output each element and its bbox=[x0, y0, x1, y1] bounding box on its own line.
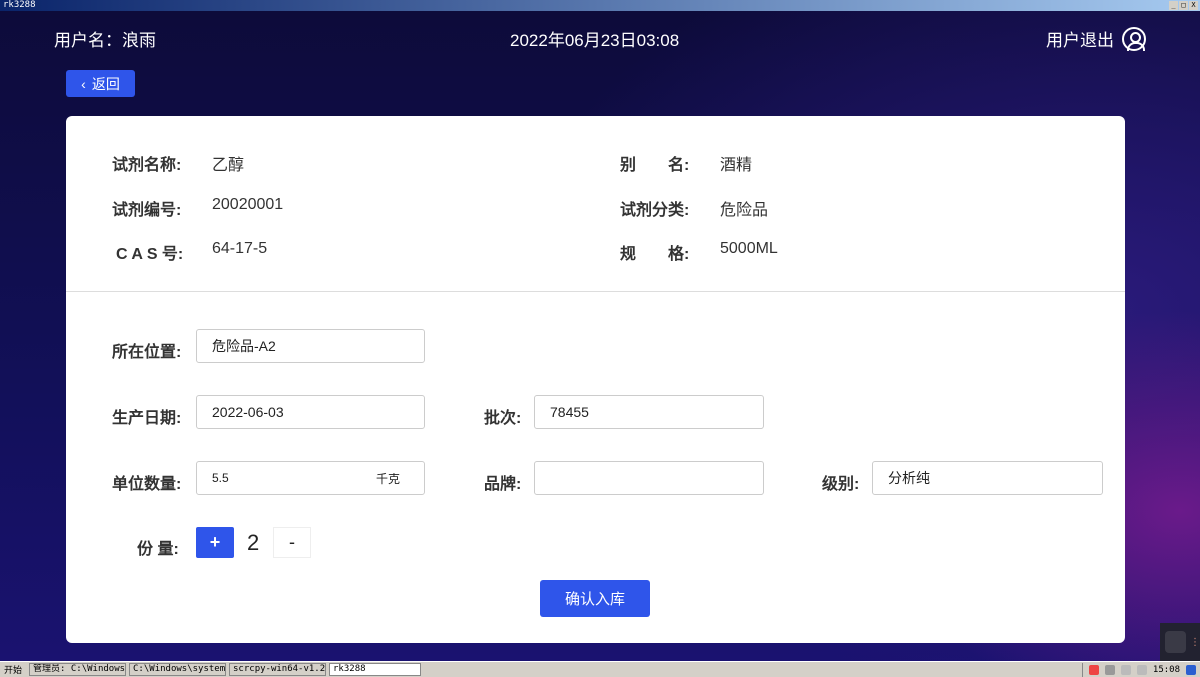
back-label: 返回 bbox=[91, 75, 120, 92]
info-alias: 别 名: 酒精 bbox=[620, 151, 752, 175]
unit-quantity-value: 5.5 bbox=[212, 471, 229, 485]
info-key: 别 名: bbox=[620, 157, 690, 174]
batch-label: 批次: bbox=[484, 410, 522, 427]
scrcpy-icon bbox=[1165, 631, 1186, 653]
scrcpy-side-control[interactable]: ⋮ bbox=[1160, 623, 1200, 661]
info-key: 规 格: bbox=[620, 246, 690, 263]
chevron-left-icon: ‹ bbox=[81, 75, 86, 92]
logout-button[interactable]: 用户退出 bbox=[1046, 26, 1146, 51]
batch-input[interactable]: 78455 bbox=[534, 395, 764, 429]
system-tray: 15:08 bbox=[1081, 662, 1200, 677]
info-cas: C A S 号: 64-17-5 bbox=[116, 240, 267, 264]
back-button[interactable]: ‹ 返回 bbox=[66, 70, 135, 97]
portion-value: 2 bbox=[247, 530, 260, 555]
user-icon bbox=[1122, 26, 1146, 51]
signal-icon[interactable] bbox=[1136, 664, 1147, 675]
volume-icon[interactable] bbox=[1120, 664, 1131, 675]
info-spec: 规 格: 5000ML bbox=[620, 240, 778, 264]
start-button[interactable]: 开始 bbox=[0, 663, 26, 676]
confirm-stock-in-button[interactable]: 确认入库 bbox=[540, 580, 650, 617]
info-value: 5000ML bbox=[720, 240, 778, 257]
location-input[interactable]: 危险品-A2 bbox=[196, 329, 425, 363]
grade-label: 级别: bbox=[822, 476, 860, 493]
info-key: 试剂编号: bbox=[112, 202, 182, 219]
batch-value: 78455 bbox=[550, 404, 589, 420]
info-key: 试剂分类: bbox=[620, 202, 690, 219]
app-tray-icon[interactable] bbox=[1088, 664, 1099, 675]
info-key: C A S 号: bbox=[116, 246, 184, 263]
unit-label: 千克 bbox=[375, 471, 400, 486]
logout-label: 用户退出 bbox=[1046, 31, 1114, 50]
taskbar-item-active[interactable]: rk3288 bbox=[329, 663, 422, 676]
info-value: 酒精 bbox=[720, 157, 753, 174]
grade-value: 分析纯 bbox=[888, 470, 930, 486]
unit-quantity-label: 单位数量: bbox=[112, 476, 182, 493]
info-value: 危险品 bbox=[720, 202, 769, 219]
brand-input[interactable] bbox=[534, 461, 764, 495]
maximize-button[interactable]: □ bbox=[1179, 1, 1188, 10]
reagent-card: 试剂名称: 乙醇 别 名: 酒精 试剂编号: 20020001 试剂分类: 危险品 C … bbox=[66, 116, 1125, 643]
location-label: 所在位置: bbox=[112, 344, 182, 361]
close-button[interactable]: X bbox=[1189, 1, 1198, 10]
info-name: 试剂名称: 乙醇 bbox=[112, 151, 244, 175]
minimize-button[interactable]: _ bbox=[1169, 1, 1178, 10]
taskbar-item[interactable]: scrcpy-win64-v1.24 bbox=[229, 663, 327, 676]
portion-label: 份 量: bbox=[137, 541, 179, 558]
production-date-label: 生产日期: bbox=[112, 410, 182, 427]
decrement-button[interactable]: - bbox=[273, 527, 311, 558]
info-code: 试剂编号: 20020001 bbox=[112, 196, 283, 220]
more-icon[interactable]: ⋮ bbox=[1190, 637, 1200, 648]
taskbar: 开始 管理员: C:\Windows\... C:\Windows\system… bbox=[0, 661, 1200, 677]
info-value: 乙醇 bbox=[212, 157, 245, 174]
info-key: 试剂名称: bbox=[112, 157, 182, 174]
clock: 15:08 bbox=[1152, 664, 1180, 675]
grade-input[interactable]: 分析纯 bbox=[872, 461, 1103, 495]
info-value: 20020001 bbox=[212, 196, 284, 213]
show-desktop-icon[interactable] bbox=[1186, 664, 1196, 675]
info-value: 64-17-5 bbox=[212, 240, 268, 257]
taskbar-item[interactable]: C:\Windows\system32... bbox=[129, 663, 227, 676]
datetime-label: 2022年06月23日03:08 bbox=[510, 31, 680, 50]
increment-button[interactable]: + bbox=[196, 527, 234, 558]
username-label: 用户名：浪雨 bbox=[54, 31, 156, 50]
network-icon[interactable] bbox=[1104, 664, 1115, 675]
window-title: rk3288 bbox=[3, 0, 36, 10]
unit-quantity-input[interactable]: 5.5 千克 bbox=[196, 461, 425, 495]
taskbar-item[interactable]: 管理员: C:\Windows\... bbox=[29, 663, 127, 676]
production-date-input[interactable]: 2022-06-03 bbox=[196, 395, 425, 429]
location-value: 危险品-A2 bbox=[212, 338, 276, 354]
production-date-value: 2022-06-03 bbox=[212, 404, 284, 420]
divider bbox=[66, 291, 1125, 292]
window-titlebar: rk3288 _ □ X bbox=[0, 0, 1200, 11]
brand-label: 品牌: bbox=[484, 476, 522, 493]
app-screen: 用户名：浪雨 2022年06月23日03:08 用户退出 ‹ 返回 试剂名称: 乙醇… bbox=[0, 11, 1200, 661]
info-category: 试剂分类: 危险品 bbox=[620, 196, 768, 220]
